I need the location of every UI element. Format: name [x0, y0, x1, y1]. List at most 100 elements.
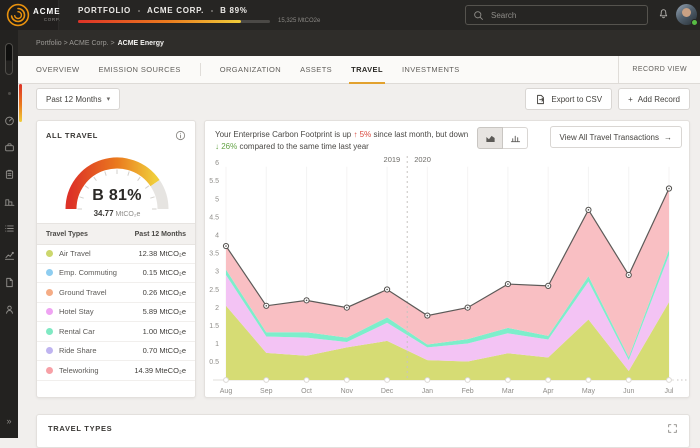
all-travel-card: ALL TRAVEL B 81% 34.77 MtCO₂e Travel Typ… [36, 120, 196, 398]
data-point-dot [306, 300, 308, 302]
x-tick-label: Jul [665, 388, 674, 395]
travel-type-color-dot [46, 289, 53, 296]
y-tick-label: 2.5 [209, 287, 219, 294]
user-avatar[interactable] [676, 4, 697, 25]
accent-scroll-indicator [19, 84, 22, 122]
portfolio-icon[interactable] [4, 140, 15, 151]
tab-travel[interactable]: TRAVEL [351, 56, 383, 83]
list-icon[interactable] [4, 221, 15, 232]
analytics-icon[interactable] [4, 248, 15, 259]
baseline-marker [626, 378, 631, 383]
x-tick-label: Feb [462, 388, 474, 395]
col-travel-types: Travel Types [46, 231, 88, 238]
global-search[interactable] [465, 5, 648, 25]
document-icon[interactable] [4, 275, 15, 286]
data-point-dot [547, 285, 549, 287]
x-tick-label: May [582, 388, 596, 395]
tab-organization[interactable]: ORGANIZATION [220, 56, 281, 83]
gauge-value: 34.77 MtCO₂e [55, 209, 179, 218]
y-tick-label: 2 [215, 305, 219, 312]
data-point-dot [225, 245, 227, 247]
brand-wordmark: ACME CORP. [33, 8, 61, 22]
tab-overview[interactable]: OVERVIEW [36, 56, 80, 83]
travel-types-table-header: Travel Types Past 12 Months [37, 223, 195, 245]
baseline-marker [506, 378, 511, 383]
tab-assets[interactable]: ASSETS [300, 56, 332, 83]
bar-chart-toggle[interactable] [503, 127, 528, 149]
sidebar-expand-chevron-icon[interactable]: » [6, 417, 11, 426]
export-csv-label: Export to CSV [551, 95, 602, 104]
organization-icon[interactable] [4, 194, 15, 205]
add-record-button[interactable]: + Add Record [618, 88, 690, 110]
data-point-dot [628, 274, 630, 276]
data-point-dot [346, 307, 348, 309]
breadcrumb-prefix[interactable]: Portfolio > ACME Corp. > [36, 40, 115, 47]
acme-logo-icon [6, 3, 30, 27]
records-icon[interactable] [4, 167, 15, 178]
baseline-marker [667, 378, 672, 383]
travel-type-color-dot [46, 250, 53, 257]
search-input[interactable] [489, 10, 640, 21]
x-tick-label: Sep [260, 388, 273, 395]
x-tick-label: Dec [381, 388, 394, 395]
travel-type-row[interactable]: Ground Travel0.26 MtCO₂e [37, 283, 195, 303]
footprint-chart-card: Your Enterprise Carbon Footprint is up ↑… [204, 120, 690, 398]
info-icon[interactable] [175, 130, 186, 141]
travel-type-label: Ride Share [59, 346, 97, 355]
dashboard-icon[interactable] [4, 113, 15, 124]
y-tick-label: 3.5 [209, 251, 219, 258]
date-range-label: Past 12 Months [46, 95, 102, 104]
x-tick-label: Oct [301, 388, 312, 395]
travel-type-row[interactable]: Teleworking14.39 MteCO₂e [37, 361, 195, 381]
travel-types-section-header: TRAVEL TYPES [37, 415, 689, 441]
all-travel-title: ALL TRAVEL [46, 131, 98, 140]
view-all-transactions-button[interactable]: View All Travel Transactions → [550, 126, 682, 148]
x-tick-label: Apr [543, 388, 555, 395]
export-csv-button[interactable]: Export to CSV [525, 88, 612, 110]
date-range-dropdown[interactable]: Past 12 Months ▾ [36, 88, 120, 110]
data-point-dot [386, 289, 388, 291]
baseline-marker [224, 378, 229, 383]
baseline-marker [264, 378, 269, 383]
portfolio-score: B 89% [220, 6, 248, 15]
travel-type-color-dot [46, 367, 53, 374]
x-tick-label: Jun [623, 388, 634, 395]
emissions-gauge: B 81% 34.77 MtCO₂e [55, 147, 179, 225]
data-point-dot [507, 283, 509, 285]
portfolio-progress-value: 15,325 MtCO2e [278, 18, 320, 24]
bar-chart-icon [510, 133, 521, 144]
record-view-button[interactable]: RECORD VIEW [618, 56, 700, 83]
tab-emission-sources[interactable]: EMISSION SOURCES [99, 56, 181, 83]
breadcrumb[interactable]: Portfolio > ACME Corp. > ACME Energy [18, 30, 700, 56]
travel-type-row[interactable]: Rental Car1.00 MtCO₂e [37, 322, 195, 342]
travel-type-row[interactable]: Emp. Commuting0.15 MtCO₂e [37, 264, 195, 284]
area-chart-toggle[interactable] [477, 127, 503, 149]
tab-investments[interactable]: INVESTMENTS [402, 56, 460, 83]
x-tick-label: Mar [502, 388, 515, 395]
travel-type-label: Ground Travel [59, 288, 107, 297]
data-point-dot [265, 305, 267, 307]
brand-name: ACME [33, 8, 61, 16]
expand-fullscreen-icon[interactable] [667, 423, 678, 434]
all-travel-header: ALL TRAVEL [37, 121, 195, 141]
travel-type-row[interactable]: Ride Share0.70 MtCO₂e [37, 342, 195, 362]
notifications-bell-icon[interactable] [658, 8, 669, 19]
portfolio-progress-fill [78, 20, 241, 24]
stacked-area-chart[interactable]: 201920200.511.522.533.544.555.56AugSepOc… [205, 149, 691, 399]
user-icon[interactable] [4, 302, 15, 313]
y-tick-label: 4 [215, 233, 219, 240]
add-record-label: Add Record [638, 95, 680, 104]
gauge-value-number: 34.77 [94, 209, 114, 218]
arrow-right-icon: → [664, 133, 672, 142]
x-tick-label: Aug [220, 388, 233, 395]
y-tick-label: 6 [215, 160, 219, 167]
travel-type-row[interactable]: Hotel Stay5.89 MtCO₂e [37, 303, 195, 323]
data-point-dot [427, 315, 429, 317]
sidebar-scroll-indicator[interactable] [5, 43, 13, 75]
y-tick-label: 4.5 [209, 214, 219, 221]
area-chart-icon [485, 133, 496, 144]
gauge-grade: B 81% [55, 187, 179, 205]
travel-types-table: Air Travel12.38 MtCO₂eEmp. Commuting0.15… [37, 244, 195, 396]
plus-icon: + [628, 95, 633, 104]
travel-type-row[interactable]: Air Travel12.38 MtCO₂e [37, 244, 195, 264]
